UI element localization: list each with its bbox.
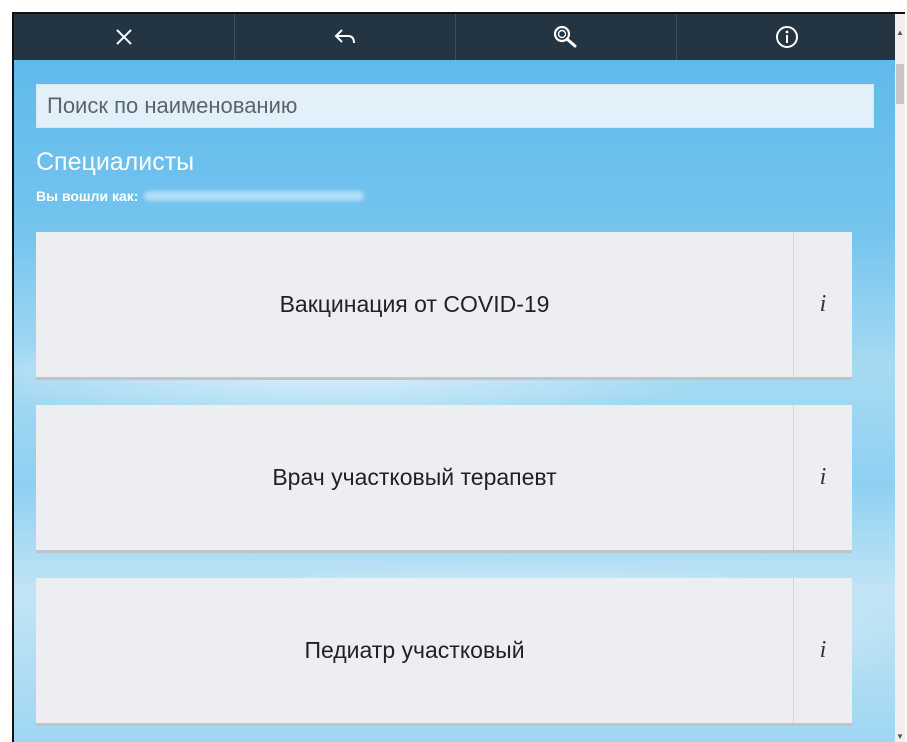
scrollbar-thumb[interactable] — [896, 64, 904, 104]
user-name-redacted — [144, 191, 365, 201]
search-input[interactable] — [36, 84, 874, 128]
app-window: Специалисты Вы вошли как: Вакцинация от … — [12, 12, 905, 742]
close-icon — [115, 28, 133, 46]
info-icon[interactable]: i — [793, 232, 852, 377]
scroll-up-arrow-icon[interactable]: ▲ — [896, 28, 904, 38]
info-icon[interactable]: i — [793, 578, 852, 723]
search-button[interactable] — [456, 14, 677, 60]
page-title: Специалисты — [36, 148, 195, 176]
specialist-label: Врач участковый терапевт — [272, 464, 557, 490]
back-arrow-icon — [333, 27, 357, 47]
close-button[interactable] — [14, 14, 235, 60]
specialist-card-therapist[interactable]: Врач участковый терапевт i — [36, 405, 852, 553]
specialist-card-pediatrician[interactable]: Педиатр участковый i — [36, 578, 852, 726]
back-button[interactable] — [235, 14, 456, 60]
info-circle-icon — [775, 25, 799, 49]
specialist-label: Вакцинация от COVID-19 — [279, 291, 550, 317]
specialist-label: Педиатр участковый — [304, 637, 525, 663]
logged-in-label: Вы вошли как: — [36, 188, 139, 204]
info-icon[interactable]: i — [793, 405, 852, 550]
main-content: Специалисты Вы вошли как: Вакцинация от … — [14, 60, 897, 742]
vertical-scrollbar[interactable]: ▲ ▼ — [895, 14, 905, 742]
scroll-down-arrow-icon[interactable]: ▼ — [896, 732, 904, 742]
info-button[interactable] — [677, 14, 897, 60]
toolbar — [14, 14, 897, 60]
specialist-card-covid[interactable]: Вакцинация от COVID-19 i — [36, 232, 852, 380]
logged-in-info: Вы вошли как: — [36, 188, 365, 204]
search-icon — [552, 25, 580, 49]
